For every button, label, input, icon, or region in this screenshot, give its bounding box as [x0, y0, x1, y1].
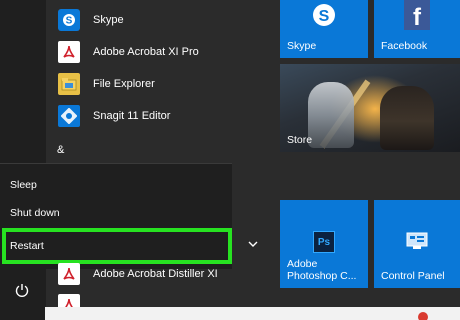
tile-store[interactable]: Store — [280, 64, 460, 152]
chevron-down-icon[interactable] — [247, 236, 259, 247]
photoshop-icon: Ps — [313, 231, 335, 253]
tile-label-line1: Adobe — [287, 258, 318, 270]
tile-skype[interactable]: S Skype — [280, 0, 368, 58]
section-header-ampersand[interactable]: & — [57, 144, 64, 156]
app-list-item-acrobat-pro[interactable]: Adobe Acrobat XI Pro — [58, 39, 199, 65]
app-list-item-acrobat-distiller[interactable]: Adobe Acrobat Distiller XI — [58, 261, 218, 287]
app-label: Snagit 11 Editor — [93, 110, 171, 122]
acrobat-icon — [58, 41, 80, 63]
acrobat-icon — [58, 263, 80, 285]
tile-label-line2: Photoshop C... — [287, 270, 357, 282]
tile-control-panel[interactable]: Control Panel — [374, 200, 460, 288]
tile-photoshop[interactable]: Ps Adobe Photoshop C... — [280, 200, 368, 288]
skype-icon: S — [311, 2, 337, 28]
skype-glyph: S — [319, 8, 330, 25]
store-art-knight — [308, 82, 354, 148]
app-list-item-skype[interactable]: S Skype — [58, 7, 124, 33]
app-list-item-file-explorer[interactable]: File Explorer — [58, 71, 155, 97]
tile-label: Store — [287, 134, 313, 146]
facebook-glyph: f — [413, 4, 422, 30]
app-list-item-snagit[interactable]: Snagit 11 Editor — [58, 103, 170, 129]
tile-label: Facebook — [381, 40, 428, 52]
folder-icon — [58, 73, 80, 95]
tile-label: Control Panel — [381, 270, 445, 282]
sleep-option[interactable]: Sleep — [10, 175, 37, 195]
start-menu: S Skype Adobe Acrobat XI Pro File Explor… — [0, 0, 460, 320]
taskbar-app-icon[interactable] — [418, 312, 428, 320]
svg-text:S: S — [66, 16, 73, 27]
photoshop-glyph: Ps — [317, 236, 331, 248]
power-icon[interactable] — [12, 280, 32, 300]
app-label: Adobe Acrobat Distiller XI — [93, 268, 218, 280]
store-art-warrior — [380, 86, 434, 150]
control-panel-icon — [406, 232, 428, 250]
tile-label: Skype — [287, 40, 317, 52]
start-left-rail — [0, 0, 46, 320]
tile-facebook[interactable]: f Facebook — [374, 0, 460, 58]
skype-icon: S — [58, 9, 80, 31]
shut-down-option[interactable]: Shut down — [10, 203, 60, 223]
taskbar-edge — [45, 307, 460, 320]
restart-option-highlight[interactable]: Restart — [2, 228, 232, 264]
tile-label: Adobe Photoshop C... — [287, 258, 356, 282]
app-label: Skype — [93, 14, 124, 26]
app-label: File Explorer — [93, 78, 155, 90]
restart-option[interactable]: Restart — [10, 236, 228, 256]
facebook-icon: f — [404, 0, 430, 30]
app-label: Adobe Acrobat XI Pro — [93, 46, 199, 58]
snagit-icon — [58, 105, 80, 127]
